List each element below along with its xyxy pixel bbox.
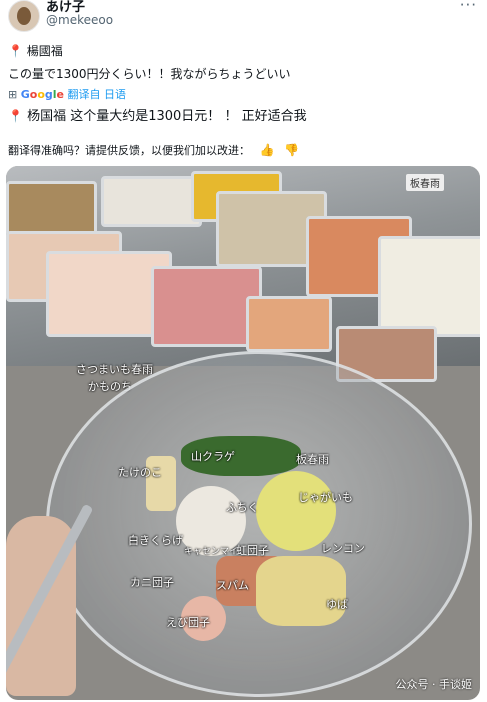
thumb-up-icon[interactable]: 👍: [260, 143, 275, 157]
food-label: たけのこ: [118, 466, 162, 479]
food-tray: [101, 176, 202, 227]
food-label: 板春雨: [296, 453, 329, 466]
translate-icon: ⊞: [8, 88, 18, 101]
shop-sign: 板春雨: [406, 174, 444, 191]
translated-text: 📍 杨国福 这个量大约是1300日元！ ！ 正好适合我: [8, 109, 307, 124]
tweet-header: あけ子 @mekeeoo ···: [0, 0, 487, 34]
tweet-original-text: この量で1300円分くらい！！我ながらちょうどいい: [8, 67, 291, 81]
note-label: さつまいも春雨: [76, 363, 153, 376]
food-label: 白きくらげ: [128, 534, 183, 547]
more-icon[interactable]: ···: [460, 0, 477, 14]
food-label: キャセンマイ: [184, 547, 239, 557]
location-line: 📍 楊國福: [8, 42, 63, 59]
translation-feedback: 翻译得准确吗？请提供反馈，以便我们加以改进： 👍 👎: [8, 143, 299, 157]
food-tray: [6, 181, 97, 237]
food-item: [256, 471, 336, 551]
food-label: レンコン: [321, 542, 365, 555]
tweet-photo[interactable]: 板春雨 さつまいも春雨 かものち 山クラゲ たけのこ 板春雨 じゃがいも ふちく…: [6, 166, 480, 700]
avatar[interactable]: [8, 0, 40, 32]
translated-from-link[interactable]: 翻译自 日语: [68, 88, 127, 101]
watermark: 公众号 · 手谈姬: [395, 678, 473, 691]
food-label: じゃがいも: [298, 491, 353, 504]
food-item: [256, 556, 346, 626]
food-label: 山クラゲ: [191, 450, 235, 463]
location-pin-icon: 📍: [8, 44, 23, 58]
location-name: 楊國福: [26, 44, 63, 58]
food-tray: [378, 236, 480, 337]
user-handle[interactable]: @mekeeoo: [46, 13, 113, 27]
translation-bar: ⊞ Google 翻译自 日语: [8, 86, 126, 102]
location-pin-icon: 📍: [8, 109, 23, 123]
food-label: ふちく: [226, 501, 259, 514]
food-label: スパム: [216, 579, 249, 592]
food-label: ゆば: [326, 598, 348, 611]
food-label: えび団子: [166, 616, 210, 629]
food-label: カニ団子: [130, 576, 174, 589]
google-logo: Google: [20, 88, 64, 101]
food-label: 虹団子: [236, 544, 269, 557]
thumb-down-icon[interactable]: 👎: [284, 143, 299, 157]
food-tray: [246, 296, 332, 352]
